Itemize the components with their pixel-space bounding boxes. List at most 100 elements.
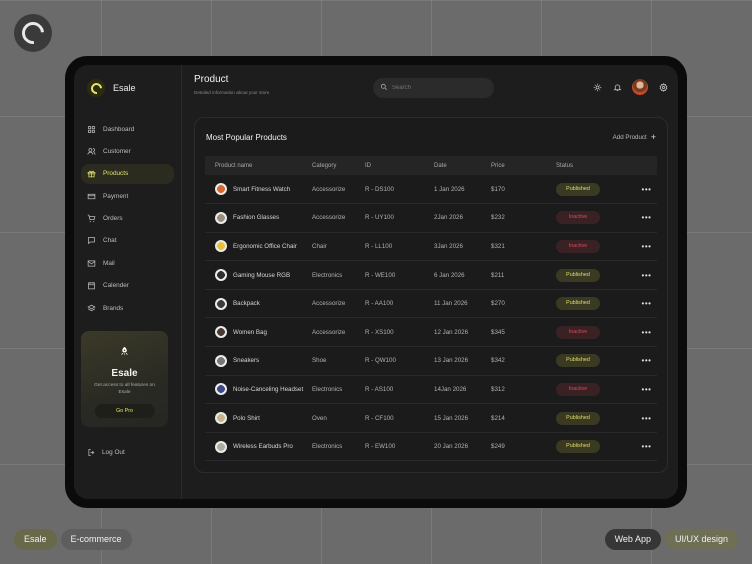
sidebar-item-customer[interactable]: Customer xyxy=(81,141,174,161)
product-category: Electronics xyxy=(312,260,365,290)
tag-web-app: Web App xyxy=(604,529,661,550)
product-status-cell: Published xyxy=(556,289,636,319)
table-row[interactable]: Women Bag Accessorize R - XS100 12 Jan 2026… xyxy=(205,317,657,348)
sun-icon[interactable] xyxy=(592,82,602,92)
product-thumbnail xyxy=(215,183,227,196)
more-options-icon[interactable]: ••• xyxy=(636,375,657,405)
more-options-icon[interactable]: ••• xyxy=(636,260,657,290)
sidebar-item-payment[interactable]: Payment xyxy=(81,186,174,206)
search-bar[interactable] xyxy=(373,78,494,98)
product-id: R - DS100 xyxy=(365,175,434,205)
sidebar-item-orders[interactable]: Orders xyxy=(81,209,174,229)
product-name-cell: Polo Shirt xyxy=(205,403,312,433)
calendar-icon xyxy=(87,281,96,290)
more-options-icon[interactable]: ••• xyxy=(636,203,657,233)
product-name: Gaming Mouse RGB xyxy=(233,271,291,279)
column-header-date[interactable]: Date xyxy=(434,156,491,175)
go-pro-button[interactable]: Go Pro xyxy=(94,403,155,418)
table-row[interactable]: Sneakers Shoe R - QW100 13 Jan 2026 $342 Publ… xyxy=(205,346,657,376)
product-status-cell: Published xyxy=(556,403,636,433)
status-badge: Inactive xyxy=(556,325,600,339)
product-thumbnail xyxy=(215,412,227,425)
product-category: Accessorize xyxy=(312,203,365,233)
column-header-price[interactable]: Price xyxy=(491,156,556,175)
more-options-icon[interactable]: ••• xyxy=(636,175,657,205)
brand[interactable]: Esale xyxy=(81,75,174,101)
sidebar-item-label: Brands xyxy=(103,304,124,312)
product-price: $249 xyxy=(491,432,556,462)
more-options-icon[interactable]: ••• xyxy=(636,289,657,319)
plus-icon: + xyxy=(650,132,656,142)
sidebar-item-brands[interactable]: Brands xyxy=(81,298,174,318)
product-thumbnail xyxy=(215,326,227,339)
more-options-icon[interactable]: ••• xyxy=(636,346,657,376)
sidebar-item-label: Chat xyxy=(103,237,117,245)
more-options-icon[interactable]: ••• xyxy=(636,232,657,262)
product-price: $170 xyxy=(491,175,556,205)
table-header-row: Product name Category ID Date Price Status xyxy=(205,156,657,175)
grid-icon xyxy=(87,125,96,134)
gift-icon xyxy=(87,169,96,178)
avatar[interactable] xyxy=(632,79,648,95)
product-price: $345 xyxy=(491,317,556,348)
brand-name: Esale xyxy=(113,83,136,93)
product-date: 1 Jan 2026 xyxy=(434,175,491,205)
product-category: Accessorize xyxy=(312,317,365,348)
sidebar-item-dashboard[interactable]: Dashboard xyxy=(81,119,174,139)
tags-right: Web App UI/UX design xyxy=(604,529,738,550)
tag-ecommerce: E-commerce xyxy=(60,529,132,550)
sidebar-item-calender[interactable]: Calender xyxy=(81,276,174,296)
column-header-id[interactable]: ID xyxy=(365,156,434,175)
table-row[interactable]: Gaming Mouse RGB Electronics R - WE100 6 Ja… xyxy=(205,260,657,290)
more-options-icon[interactable]: ••• xyxy=(636,432,657,462)
product-name-cell: Wireless Earbuds Pro xyxy=(205,432,312,462)
main-content: Product Detailed information about your … xyxy=(182,65,678,499)
table-row[interactable]: Ergonomic Office Chair Chair R - LL100 3Jan… xyxy=(205,232,657,262)
column-header-category[interactable]: Category xyxy=(312,156,365,175)
product-thumbnail xyxy=(215,440,227,453)
product-name: Fashion Glasses xyxy=(233,214,280,222)
promo-title: Esale xyxy=(111,368,138,379)
column-header-product-name[interactable]: Product name xyxy=(205,156,312,175)
app-screen: Esale Dashboard Customer Products Payment Or… xyxy=(74,65,678,499)
promo-text: Get access to all features on Esale xyxy=(94,383,155,395)
sidebar-item-mail[interactable]: Mail xyxy=(81,253,174,273)
product-category: Accessorize xyxy=(312,175,365,205)
more-options-icon[interactable]: ••• xyxy=(636,317,657,348)
logout-button[interactable]: Log Out xyxy=(87,448,125,457)
product-name: Women Bag xyxy=(233,328,267,336)
gear-icon[interactable] xyxy=(658,82,668,92)
table-row[interactable]: Fashion Glasses Accessorize R - UY100 2Jan … xyxy=(205,203,657,233)
product-name-cell: Sneakers xyxy=(205,346,312,376)
sidebar-item-label: Customer xyxy=(103,147,131,155)
add-product-button[interactable]: Add Product + xyxy=(613,132,656,142)
column-header-status[interactable]: Status xyxy=(556,156,636,175)
product-name: Wireless Earbuds Pro xyxy=(233,443,293,451)
product-date: 13 Jan 2026 xyxy=(434,346,491,376)
table-row[interactable]: Noise-Canceling Headset Electronics R - AS… xyxy=(205,375,657,405)
table-row[interactable]: Backpack Accessorize R - AA100 11 Jan 2026 $… xyxy=(205,289,657,319)
sidebar-item-label: Calender xyxy=(103,282,129,290)
status-badge: Published xyxy=(556,411,600,425)
sidebar-item-label: Dashboard xyxy=(103,125,135,133)
mail-icon xyxy=(87,259,96,268)
table-row[interactable]: Polo Shirt Oven R - CF100 15 Jan 2026 $214 Pu… xyxy=(205,403,657,433)
sidebar-item-chat[interactable]: Chat xyxy=(81,231,174,251)
sidebar-item-label: Products xyxy=(103,170,129,178)
card-icon xyxy=(87,192,96,201)
product-category: Oven xyxy=(312,403,365,433)
product-name: Sneakers xyxy=(233,357,260,365)
bell-icon[interactable] xyxy=(612,82,622,92)
column-header-actions xyxy=(636,156,657,175)
table-row[interactable]: Smart Fitness Watch Accessorize R - DS100 1… xyxy=(205,175,657,205)
product-name-cell: Smart Fitness Watch xyxy=(205,175,312,205)
more-options-icon[interactable]: ••• xyxy=(636,403,657,433)
product-thumbnail xyxy=(215,383,227,396)
tag-esale: Esale xyxy=(14,529,57,550)
table-body: Smart Fitness Watch Accessorize R - DS100 1… xyxy=(205,175,657,462)
status-badge: Published xyxy=(556,268,600,282)
sidebar-item-products[interactable]: Products xyxy=(81,163,174,184)
search-input[interactable] xyxy=(392,85,482,91)
table-row[interactable]: Wireless Earbuds Pro Electronics R - EW100… xyxy=(205,432,657,462)
promo-card: Esale Get access to all features on Esal… xyxy=(81,331,168,427)
